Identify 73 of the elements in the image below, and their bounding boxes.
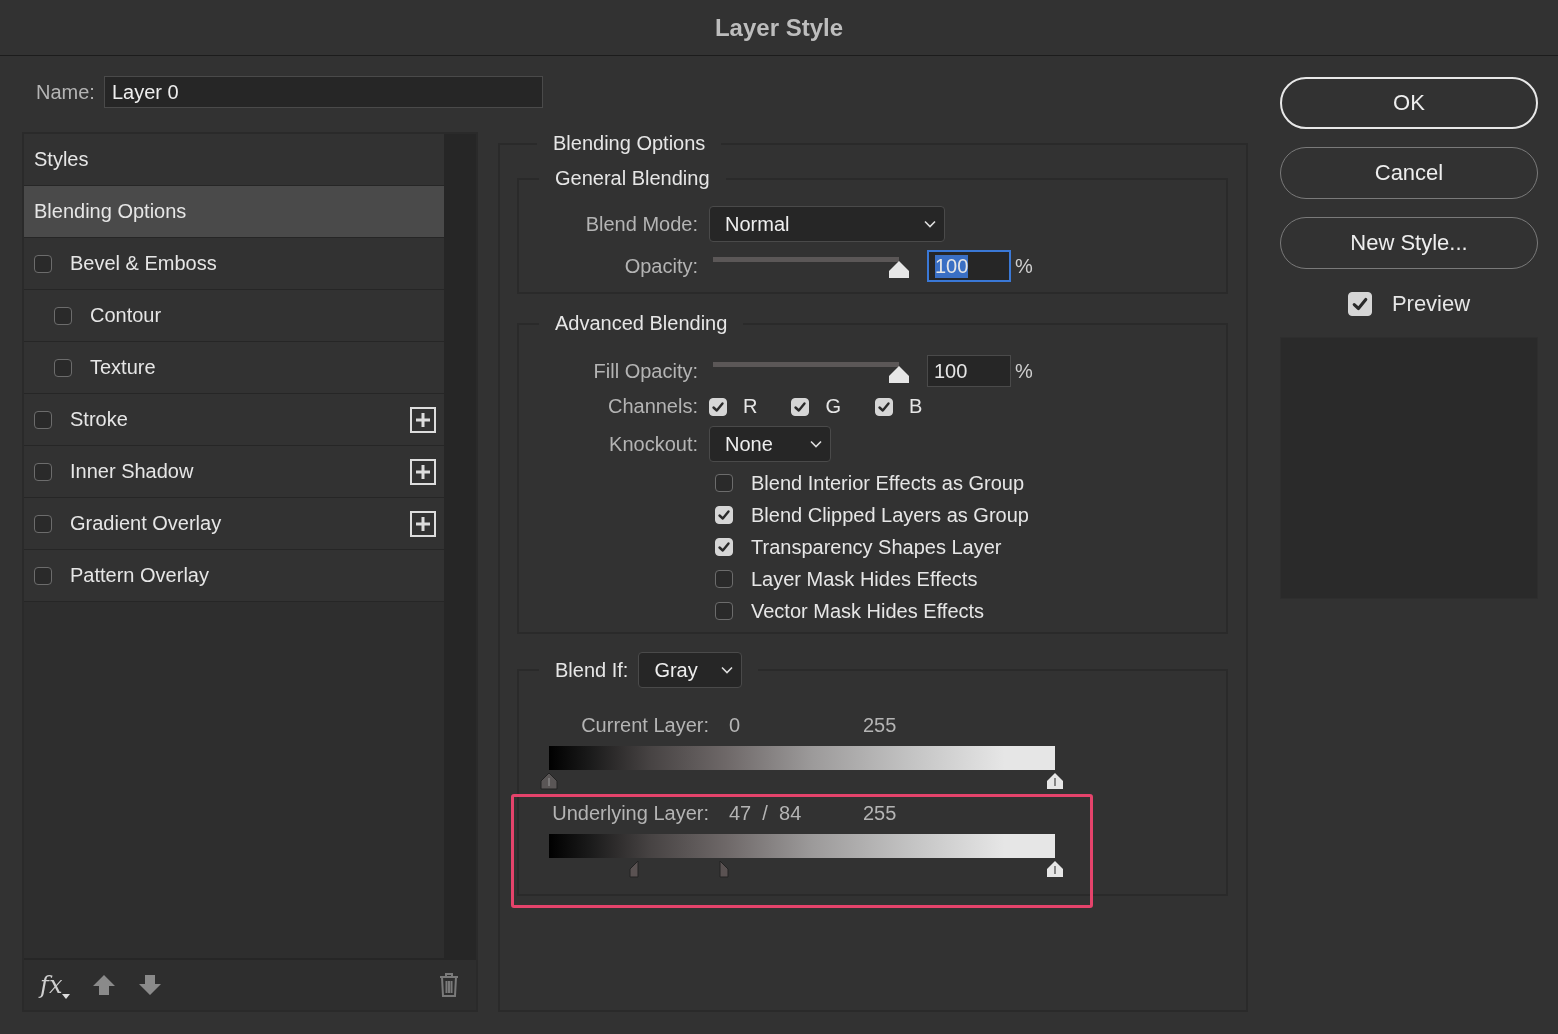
- number-field[interactable]: 100: [927, 355, 1011, 387]
- arrow-down-icon[interactable]: [138, 973, 163, 997]
- style-list-item[interactable]: Bevel & Emboss: [24, 238, 444, 290]
- checkbox-label: R: [743, 395, 758, 418]
- dropdown[interactable]: Normal: [709, 206, 945, 242]
- style-list-item[interactable]: Blending Options: [24, 186, 444, 238]
- style-list-item[interactable]: Texture: [24, 342, 444, 394]
- checkbox[interactable]: [34, 566, 52, 585]
- field-label: Opacity:: [623, 254, 699, 278]
- checkbox-label: Vector Mask Hides Effects: [751, 599, 985, 623]
- checkbox-label: B: [909, 395, 923, 418]
- checkbox[interactable]: [715, 602, 733, 620]
- range-slider[interactable]: [539, 746, 1065, 790]
- checkbox-label: Preview: [1391, 291, 1471, 317]
- name-field[interactable]: Layer 0: [103, 76, 543, 108]
- group-title: General Blending: [554, 167, 711, 190]
- checkbox[interactable]: [715, 474, 733, 492]
- checkbox-label: Transparency Shapes Layer: [751, 535, 1002, 559]
- name-label: Name:: [36, 80, 95, 104]
- dialog-button[interactable]: OK: [1280, 77, 1538, 129]
- style-list-item[interactable]: Stroke: [24, 394, 444, 446]
- checkbox[interactable]: [54, 306, 72, 325]
- style-list-item[interactable]: Inner Shadow: [24, 446, 444, 498]
- field-label: Channels:: [606, 395, 699, 418]
- unit-label: %: [1015, 254, 1033, 278]
- range-value: 0: [728, 714, 742, 737]
- dropdown[interactable]: None: [709, 426, 831, 462]
- style-list-item[interactable]: Pattern Overlay: [24, 550, 444, 602]
- trash-icon[interactable]: [438, 972, 460, 998]
- section-title: Blending Options: [552, 132, 707, 155]
- chevron-icon: [810, 440, 822, 448]
- unit-label: %: [1015, 359, 1033, 383]
- fx-button[interactable]: fx: [40, 971, 63, 999]
- checkbox[interactable]: [34, 462, 52, 481]
- range-value: 255: [862, 714, 897, 737]
- checkbox-label: Blend Clipped Layers as Group: [751, 503, 1029, 527]
- checkbox[interactable]: [34, 514, 52, 533]
- arrow-up-icon[interactable]: [92, 973, 117, 997]
- window-title: Layer Style: [714, 13, 844, 42]
- checkbox[interactable]: [54, 358, 72, 377]
- add-icon[interactable]: [410, 406, 436, 433]
- field-label: Current Layer:: [580, 714, 709, 737]
- number-field[interactable]: 100: [927, 250, 1011, 282]
- checkbox-label: Blend Interior Effects as Group: [751, 471, 1025, 495]
- checkbox[interactable]: [715, 570, 733, 588]
- dialog-button[interactable]: Cancel: [1280, 147, 1538, 199]
- group-title: Advanced Blending: [554, 312, 729, 335]
- add-icon[interactable]: [410, 510, 436, 537]
- checkbox[interactable]: [34, 254, 52, 273]
- slider-thumb[interactable]: [888, 259, 910, 279]
- chevron-icon: [924, 220, 936, 228]
- field-label: Blend Mode:: [584, 212, 699, 236]
- group-title: Blend If:: [555, 658, 629, 682]
- slider-thumb[interactable]: [540, 772, 558, 790]
- add-icon[interactable]: [410, 458, 436, 485]
- style-list-item[interactable]: Gradient Overlay: [24, 498, 444, 550]
- field-label: Knockout:: [608, 432, 699, 456]
- field-label: Fill Opacity:: [592, 359, 699, 383]
- style-list-item[interactable]: Styles: [24, 134, 444, 186]
- checkbox-label: G: [825, 395, 841, 418]
- dropdown[interactable]: Gray: [638, 652, 743, 688]
- style-list-item[interactable]: Contour: [24, 290, 444, 342]
- dialog-button[interactable]: New Style...: [1280, 217, 1538, 269]
- range-value: 255: [862, 802, 897, 825]
- slider-thumb[interactable]: [888, 364, 910, 384]
- slider-thumb[interactable]: [1046, 860, 1064, 878]
- range-value: 47 / 84: [728, 802, 803, 825]
- checkbox[interactable]: [34, 410, 52, 429]
- slider-thumb[interactable]: [1046, 772, 1064, 790]
- checkbox-label: Layer Mask Hides Effects: [751, 567, 978, 591]
- caret-icon[interactable]: [62, 993, 71, 999]
- field-label: Underlying Layer:: [551, 802, 709, 825]
- chevron-icon: [721, 666, 734, 674]
